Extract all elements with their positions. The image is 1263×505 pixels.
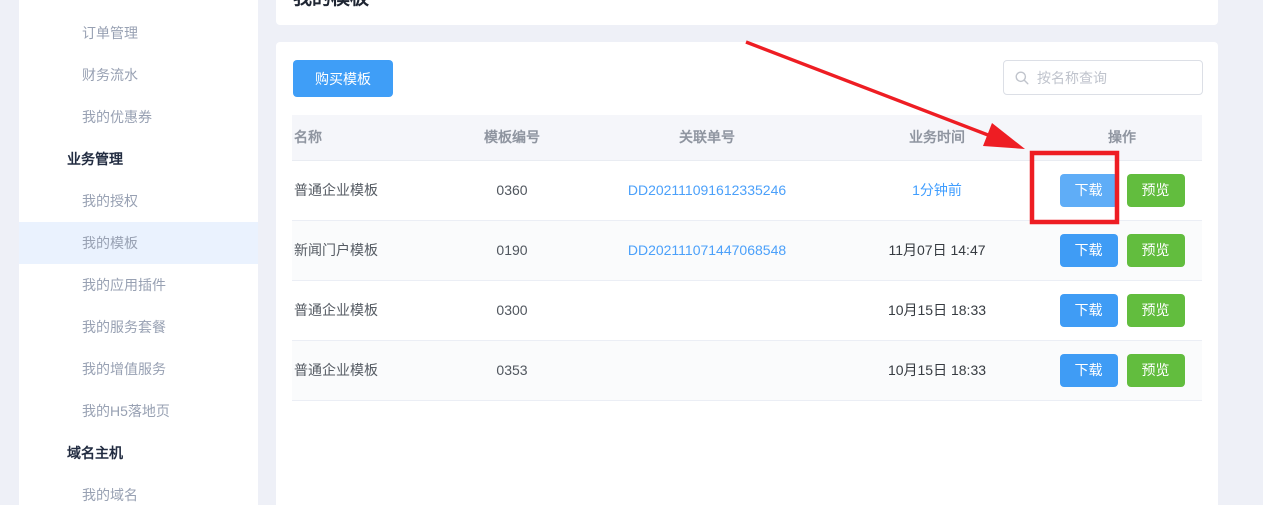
cell-actions: 下载预览 bbox=[1042, 280, 1202, 340]
sidebar-item[interactable]: 财务流水 bbox=[19, 54, 258, 96]
cell-order-number: DD202111091612335246 bbox=[582, 160, 832, 220]
cell-business-time: 11月07日 14:47 bbox=[832, 220, 1042, 280]
sidebar-item[interactable]: 我的域名 bbox=[19, 474, 258, 505]
magnifier-icon bbox=[1014, 70, 1030, 86]
table-row: 普通企业模板0300 10月15日 18:33 下载预览 bbox=[292, 280, 1202, 340]
sidebar-menu: 订单管理财务流水我的优惠券业务管理我的授权我的模板我的应用插件我的服务套餐我的增… bbox=[19, 0, 258, 505]
page-root: { "page": { "title": "我的模板" }, "sidebar"… bbox=[0, 0, 1263, 505]
cell-business-time: 10月15日 18:33 bbox=[832, 280, 1042, 340]
business-time: 10月15日 18:33 bbox=[888, 302, 986, 318]
sidebar-section-header: 域名主机 bbox=[19, 432, 258, 474]
preview-button[interactable]: 预览 bbox=[1127, 174, 1185, 207]
cell-template-name: 普通企业模板 bbox=[292, 160, 442, 220]
sidebar-item[interactable]: 订单管理 bbox=[19, 12, 258, 54]
order-number-link[interactable]: DD202111091612335246 bbox=[628, 182, 786, 198]
cell-template-name: 普通企业模板 bbox=[292, 340, 442, 400]
cell-order-number bbox=[582, 340, 832, 400]
cell-order-number bbox=[582, 280, 832, 340]
cell-business-time: 1分钟前 bbox=[832, 160, 1042, 220]
sidebar-item[interactable]: 我的H5落地页 bbox=[19, 390, 258, 432]
column-header: 关联单号 bbox=[582, 115, 832, 160]
cell-actions: 下载预览 bbox=[1042, 340, 1202, 400]
page-header-card: 我的模板 bbox=[276, 0, 1218, 25]
cell-order-number: DD202111071447068548 bbox=[582, 220, 832, 280]
sidebar-item[interactable]: 我的授权 bbox=[19, 180, 258, 222]
sidebar-item[interactable]: 我的应用插件 bbox=[19, 264, 258, 306]
column-header: 名称 bbox=[292, 115, 442, 160]
buy-template-button[interactable]: 购买模板 bbox=[293, 60, 393, 97]
table-row: 普通企业模板0353 10月15日 18:33 下载预览 bbox=[292, 340, 1202, 400]
table-body: 普通企业模板0360DD2021110916123352461分钟前下载预览新闻… bbox=[292, 160, 1202, 400]
sidebar-item[interactable]: 我的模板 bbox=[19, 222, 258, 264]
search-box bbox=[1003, 60, 1203, 95]
sidebar: 订单管理财务流水我的优惠券业务管理我的授权我的模板我的应用插件我的服务套餐我的增… bbox=[19, 0, 258, 505]
cell-template-name: 普通企业模板 bbox=[292, 280, 442, 340]
cell-actions: 下载预览 bbox=[1042, 220, 1202, 280]
business-time: 1分钟前 bbox=[912, 182, 962, 198]
preview-button[interactable]: 预览 bbox=[1127, 234, 1185, 267]
column-header: 操作 bbox=[1042, 115, 1202, 160]
cell-template-number: 0360 bbox=[442, 160, 582, 220]
download-button[interactable]: 下载 bbox=[1060, 354, 1118, 387]
cell-actions: 下载预览 bbox=[1042, 160, 1202, 220]
cell-template-number: 0300 bbox=[442, 280, 582, 340]
page-title: 我的模板 bbox=[293, 0, 369, 10]
download-button[interactable]: 下载 bbox=[1060, 234, 1118, 267]
preview-button[interactable]: 预览 bbox=[1127, 354, 1185, 387]
download-button[interactable]: 下载 bbox=[1060, 174, 1118, 207]
sidebar-item[interactable]: 我的优惠券 bbox=[19, 96, 258, 138]
cell-template-name: 新闻门户模板 bbox=[292, 220, 442, 280]
column-header: 模板编号 bbox=[442, 115, 582, 160]
preview-button[interactable]: 预览 bbox=[1127, 294, 1185, 327]
sidebar-item[interactable]: 我的增值服务 bbox=[19, 348, 258, 390]
business-time: 11月07日 14:47 bbox=[888, 242, 985, 258]
cell-template-number: 0353 bbox=[442, 340, 582, 400]
sidebar-item[interactable]: 我的服务套餐 bbox=[19, 306, 258, 348]
content-card: 购买模板 名称模板编号关联单号业务时间操作 普通企业模板0360DD202111… bbox=[276, 42, 1218, 505]
search-input[interactable] bbox=[1037, 70, 1187, 86]
table-row: 新闻门户模板0190 DD202111071447068548 11月07日 14:… bbox=[292, 220, 1202, 280]
cell-business-time: 10月15日 18:33 bbox=[832, 340, 1042, 400]
column-header: 业务时间 bbox=[832, 115, 1042, 160]
table-row: 普通企业模板0360 DD202111091612335246 1分钟前 下载预览 bbox=[292, 160, 1202, 220]
download-button[interactable]: 下载 bbox=[1060, 294, 1118, 327]
business-time: 10月15日 18:33 bbox=[888, 362, 986, 378]
cell-template-number: 0190 bbox=[442, 220, 582, 280]
sidebar-section-header: 业务管理 bbox=[19, 138, 258, 180]
table-header-row: 名称模板编号关联单号业务时间操作 bbox=[292, 115, 1202, 160]
order-number-link[interactable]: DD202111071447068548 bbox=[628, 242, 786, 258]
templates-table: 名称模板编号关联单号业务时间操作 普通企业模板0360DD20211109161… bbox=[292, 115, 1202, 401]
